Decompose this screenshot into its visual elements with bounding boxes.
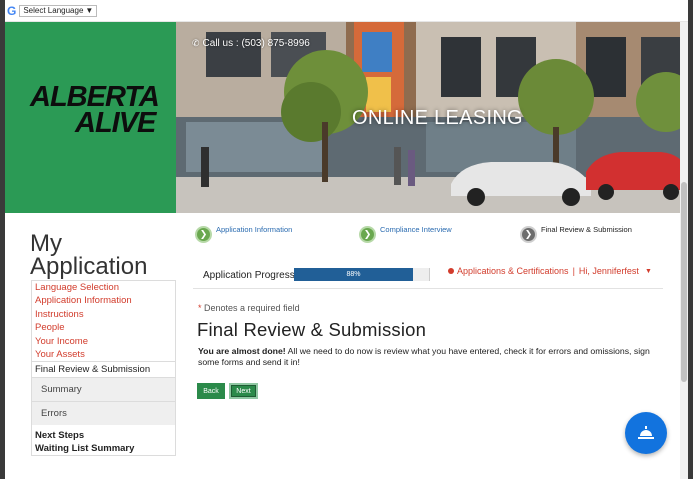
scrollbar[interactable] [680,22,688,479]
sidebar-item-next-steps[interactable]: Next Steps [32,430,175,443]
step-done-icon: ❯ [359,226,376,243]
google-g-icon: G [7,4,17,18]
sidebar-item-instructions[interactable]: Instructions [32,308,175,321]
step-label: Compliance Interview [380,225,452,234]
chevron-down-icon: ▼ [85,6,94,15]
chat-button[interactable] [625,412,667,454]
page-title: Final Review & Submission [197,319,427,340]
language-select[interactable]: Select Language ▼ [19,5,98,17]
logo-text-line2: ALIVE [75,107,156,139]
user-greeting[interactable]: Hi, Jenniferfest [579,266,639,276]
hero-title: ONLINE LEASING [352,107,523,129]
menu-separator: | [572,266,575,276]
progress-percent: 88% [346,271,361,278]
step-label: Final Review & Submission [541,225,632,234]
progress-bar: 88% [294,268,430,281]
required-note-text: Denotes a required field [201,303,300,313]
progress-row: Application Progress 88% Applications & … [193,265,663,289]
sidebar-item-application-information[interactable]: Application Information [32,294,175,307]
intro-paragraph: You are almost done! All we need to do n… [198,346,668,368]
dot-icon [448,268,454,274]
service-bell-icon [638,426,654,439]
progress-label: Application Progress [203,270,295,281]
account-menu[interactable]: Applications & Certifications | Hi, Jenn… [448,266,652,276]
back-button[interactable]: Back [197,383,225,399]
step-compliance-interview[interactable]: ❯ Compliance Interview [359,225,452,243]
step-done-icon: ❯ [195,226,212,243]
hero-banner: ✆ Call us : (503) 875-8996 ONLINE LEASIN… [176,22,688,213]
phone-icon: ✆ [192,38,200,48]
step-current-icon: ❯ [520,226,537,243]
sidebar-title-line2: Application [30,253,148,280]
language-select-label: Select Language [23,6,84,15]
step-final-review[interactable]: ❯ Final Review & Submission [520,225,632,243]
sidebar-subitem-errors[interactable]: Errors [32,401,175,426]
required-field-note: * Denotes a required field [198,303,300,313]
sidebar-item-final-review[interactable]: Final Review & Submission [32,361,175,377]
sidebar-item-your-assets[interactable]: Your Assets [32,348,175,361]
step-application-information[interactable]: ❯ Application Information [195,225,292,243]
language-selector[interactable]: G Select Language ▼ [7,4,98,18]
caret-down-icon[interactable]: ▼ [645,268,652,275]
step-label: Application Information [216,225,293,234]
sidebar-item-waiting-list-summary[interactable]: Waiting List Summary [32,443,175,456]
page: G Select Language ▼ ALBERTA ALIVE ✆ Call… [5,0,688,479]
next-button[interactable]: Next [229,383,258,399]
sidebar-nav: Language Selection Application Informati… [31,280,176,457]
sidebar-subitem-summary[interactable]: Summary [32,377,175,402]
sidebar-item-people[interactable]: People [32,321,175,334]
logo-panel: ALBERTA ALIVE [5,22,176,213]
phone-line[interactable]: ✆ Call us : (503) 875-8996 [192,38,310,49]
sidebar-title: My Application [30,230,148,280]
sidebar-item-language-selection[interactable]: Language Selection [32,281,175,294]
scrollbar-thumb[interactable] [681,182,687,382]
phone-number: Call us : (503) 875-8996 [202,38,310,49]
sidebar-item-your-income[interactable]: Your Income [32,335,175,348]
sidebar-title-line1: My [30,230,62,257]
intro-strong: You are almost done! [198,346,286,356]
translate-bar: G Select Language ▼ [5,0,688,22]
applications-certifications-link[interactable]: Applications & Certifications [457,266,569,276]
